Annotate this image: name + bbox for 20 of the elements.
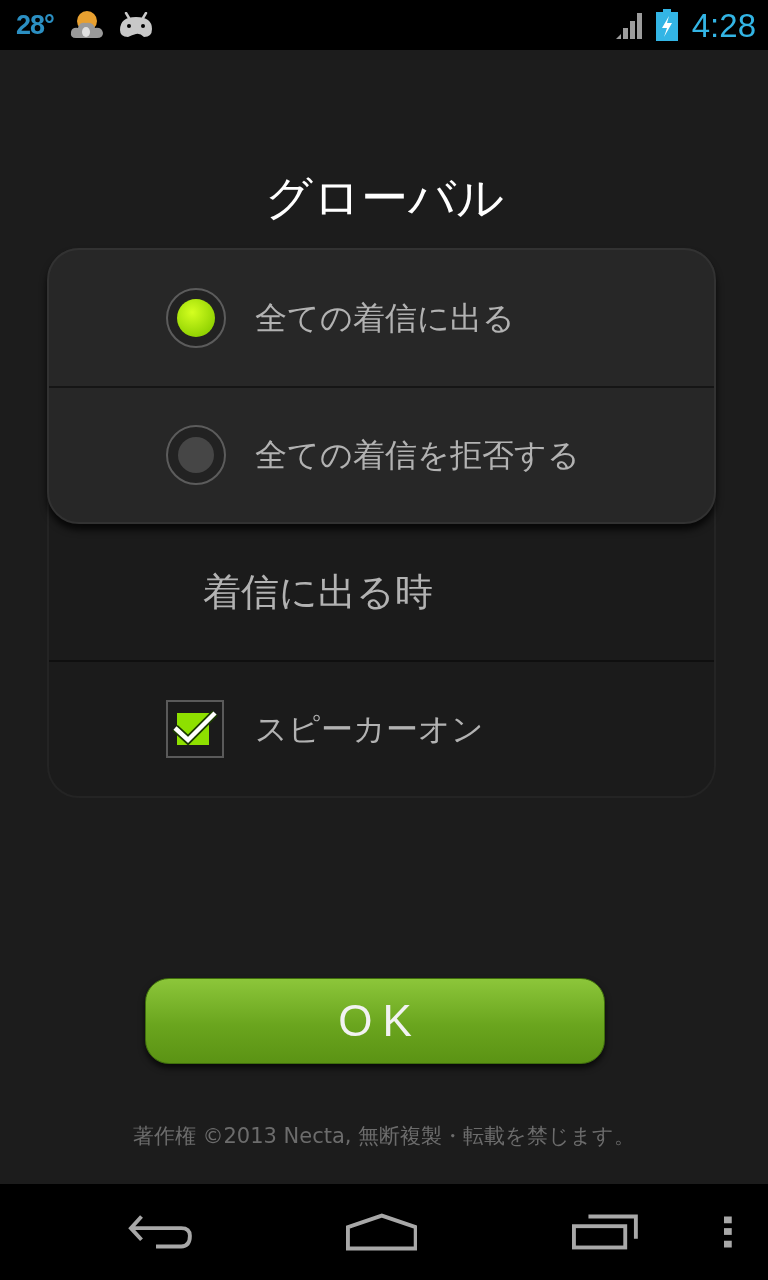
back-icon[interactable] (127, 1214, 193, 1250)
battery-charging-icon (655, 9, 678, 41)
ok-button[interactable]: OK (145, 978, 605, 1064)
temperature-text: 28° (16, 8, 54, 42)
section-heading: 着信に出る時 (203, 568, 433, 616)
checkbox-label: スピーカーオン (255, 709, 484, 750)
signal-icon (615, 11, 644, 39)
option-label: 全ての着信を拒否する (255, 435, 580, 476)
radio-button[interactable] (166, 425, 226, 485)
robot-head-icon (117, 12, 154, 38)
screen-title: グローバル (263, 169, 505, 227)
checkbox[interactable] (166, 700, 224, 758)
menu-icon[interactable] (724, 1216, 732, 1248)
copyright-text: 著作権 ©2013 Necta, 無断複製・転載を禁じます。 (131, 1123, 637, 1150)
clock-text: 4:28 (691, 8, 756, 42)
home-icon[interactable] (345, 1213, 418, 1251)
radio-button[interactable] (166, 288, 226, 348)
weather-icon (69, 10, 104, 40)
option-label: 全ての着信に出る (255, 298, 515, 339)
recent-apps-icon[interactable] (572, 1214, 639, 1250)
